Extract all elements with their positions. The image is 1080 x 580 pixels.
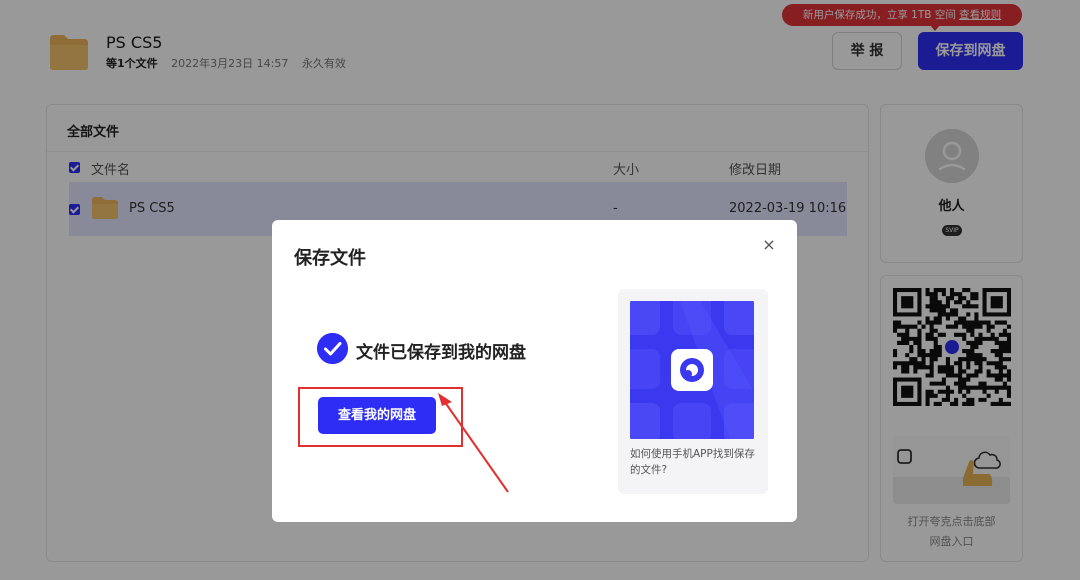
app-guide-card[interactable]: 如何使用手机APP找到保存的文件?: [618, 289, 768, 494]
dialog-title: 保存文件: [294, 248, 366, 269]
close-icon[interactable]: ×: [762, 237, 776, 253]
save-file-dialog: 保存文件 × 文件已保存到我的网盘 查看我的网盘 如何使用手机APP找到保存的文…: [272, 220, 797, 522]
app-preview-image: [630, 301, 754, 439]
app-guide-caption: 如何使用手机APP找到保存的文件?: [630, 448, 755, 476]
view-my-drive-button[interactable]: 查看我的网盘: [318, 397, 436, 434]
annotation-arrow: [438, 393, 509, 493]
check-circle-icon: [317, 333, 348, 364]
success-message: 文件已保存到我的网盘: [356, 343, 526, 363]
quark-app-icon: [630, 301, 754, 439]
